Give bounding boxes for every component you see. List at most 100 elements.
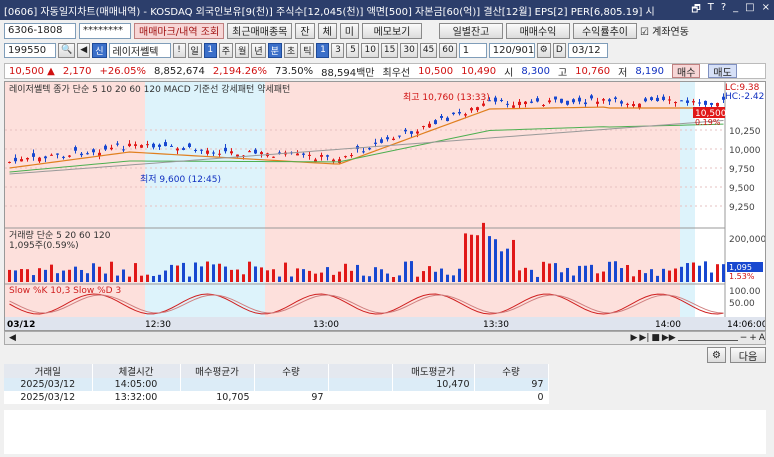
stock-chart[interactable]: 레이저쎌텍 종가 단순 5 10 20 60 120 MACD 기준선 강세패턴… — [4, 81, 766, 331]
date-check[interactable]: D — [552, 42, 566, 58]
trade-mark-button[interactable]: 매매마크/내역 조회 — [134, 22, 225, 39]
interval-1[interactable]: 1 — [316, 42, 330, 58]
font-icon[interactable]: T — [708, 2, 714, 19]
candle-body — [332, 159, 335, 162]
candle-body — [644, 98, 647, 102]
password-input[interactable]: ******** — [79, 22, 131, 39]
font-a-icon[interactable]: A — [759, 333, 765, 343]
daily-balance-button[interactable]: 일별잔고 — [438, 22, 503, 39]
interval-45[interactable]: 45 — [419, 42, 438, 58]
memo-button[interactable]: 메모보기 — [361, 22, 422, 39]
interval-5[interactable]: 5 — [346, 42, 360, 58]
candle-body — [92, 149, 95, 153]
restore-icon[interactable]: 🗗 — [691, 2, 700, 19]
zoom-out-icon[interactable]: − — [740, 333, 748, 343]
return-trend-button[interactable]: 수익률추이 — [572, 22, 637, 39]
scroll-left-icon[interactable]: ◀ — [9, 333, 16, 343]
step-icon[interactable]: ▶| — [639, 333, 649, 343]
close-icon[interactable]: × — [762, 2, 770, 19]
filled-button[interactable]: 체 — [317, 22, 337, 39]
zoom-in-icon[interactable]: + — [749, 333, 757, 343]
candle-body — [620, 101, 623, 104]
volume-bar — [608, 261, 611, 282]
count-input[interactable]: 1 — [458, 42, 487, 58]
balance-button[interactable]: 잔 — [295, 22, 315, 39]
maximize-icon[interactable]: □ — [745, 2, 754, 19]
y-tick-2: 10,000 — [729, 146, 761, 156]
high-label: 고 — [557, 67, 568, 79]
volume-bar — [584, 265, 587, 282]
candle-body — [380, 139, 383, 143]
volume-bar — [74, 266, 77, 282]
volume-bar — [644, 273, 647, 282]
volume-bar — [410, 261, 413, 282]
volume-bar — [188, 276, 191, 282]
unit-year[interactable]: 년 — [251, 42, 266, 58]
current-price: 10,500 ▲ — [9, 65, 55, 77]
candle-body — [194, 149, 197, 151]
settings-gear-icon[interactable]: ⚙ — [707, 347, 726, 363]
y-tick-1: 10,250 — [729, 127, 761, 137]
high-price: 10,760 — [575, 65, 611, 77]
recent-trades-button[interactable]: 최근매매종목 — [227, 22, 293, 39]
col-buy-avg: 매수평균가 — [180, 364, 255, 378]
volume-bar — [302, 269, 305, 282]
candle-body — [158, 144, 161, 147]
interval-10[interactable]: 10 — [361, 42, 379, 58]
candle-body — [14, 157, 17, 162]
help-icon[interactable]: ? — [721, 2, 726, 19]
volume-bar — [704, 261, 707, 282]
stoch-tick-50: 50.00 — [729, 299, 755, 309]
unit-tick[interactable]: 틱 — [300, 42, 315, 58]
unit-second[interactable]: 초 — [283, 42, 299, 58]
candle-body — [146, 144, 149, 146]
unit-month[interactable]: 월 — [235, 42, 250, 58]
minimize-icon[interactable]: _ — [733, 2, 738, 19]
stock-code-input[interactable]: 199550 — [4, 42, 56, 58]
interval-3[interactable]: 3 — [331, 42, 345, 58]
candle-body — [416, 131, 419, 134]
volume-bar — [374, 267, 377, 282]
chart-legend: 레이저쎌텍 종가 단순 5 10 20 60 120 MACD 기준선 강세패턴… — [9, 83, 290, 95]
candle-body — [626, 103, 629, 105]
candle-body — [260, 152, 263, 155]
next-button[interactable]: 다음 — [730, 347, 766, 363]
unfilled-button[interactable]: 미 — [339, 22, 359, 39]
volume-bar — [440, 268, 443, 282]
zoom-slider[interactable] — [677, 335, 738, 341]
credit-icon[interactable]: 신 — [92, 42, 107, 58]
volume-bar — [122, 269, 125, 282]
sound-icon[interactable]: ◀ — [77, 42, 91, 58]
period-value[interactable]: 1 — [203, 42, 217, 58]
period-day[interactable]: 일 — [187, 42, 202, 58]
candle-body — [362, 151, 365, 153]
table-row[interactable]: 2025/03/12 13:32:00 10,705 97 0 — [4, 391, 549, 404]
price-change: 2,170 — [62, 65, 92, 77]
interval-30[interactable]: 30 — [400, 42, 418, 58]
play-icon[interactable]: ▶ — [630, 333, 637, 343]
trade-profit-button[interactable]: 매매수익 — [505, 22, 570, 39]
buy-button[interactable]: 매수 — [672, 64, 701, 79]
alert-icon[interactable]: ! — [172, 42, 186, 58]
account-link-checkbox[interactable]: ☑ 계좌연동 — [640, 23, 689, 38]
volume-bar — [668, 270, 671, 282]
volume-bar — [542, 261, 545, 282]
unit-week[interactable]: 주 — [218, 42, 234, 58]
search-icon[interactable]: 🔍 — [58, 42, 76, 58]
interval-15[interactable]: 15 — [380, 42, 399, 58]
settings-icon[interactable]: ⚙ — [536, 42, 551, 58]
date-input[interactable]: 03/12 — [567, 42, 608, 58]
table-row[interactable]: 2025/03/12 14:05:00 10,470 97 — [4, 378, 549, 391]
x-label-end: 14:06:00 — [727, 320, 765, 330]
volume-bar — [224, 266, 227, 282]
stop-icon[interactable]: ■ — [651, 333, 660, 343]
volume-bar — [404, 261, 407, 282]
end-icon[interactable]: ▶▶ — [662, 333, 676, 343]
volume-bar — [164, 270, 167, 282]
unit-minute[interactable]: 분 — [267, 42, 282, 58]
interval-60[interactable]: 60 — [439, 42, 457, 58]
volume-bar — [650, 269, 653, 282]
volume-bar — [698, 265, 701, 282]
account-input[interactable]: 6306-1808 — [4, 22, 76, 39]
sell-button[interactable]: 매도 — [708, 64, 737, 79]
